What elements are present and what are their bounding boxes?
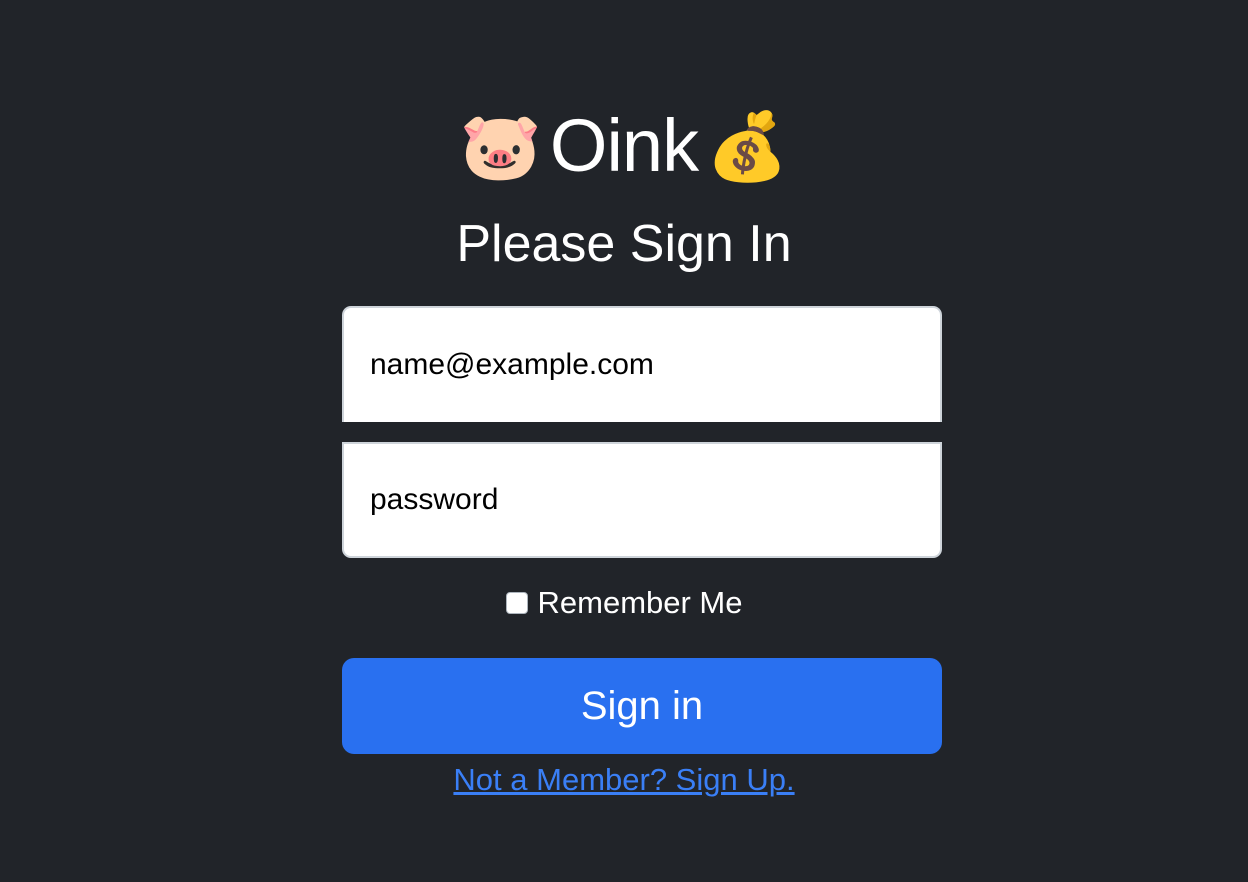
pig-face-icon: 🐷 — [459, 109, 542, 183]
sign-up-link[interactable]: Not a Member? Sign Up. — [453, 762, 794, 797]
brand-header: 🐷 Oink 💰 — [0, 100, 1248, 192]
signup-link-container: Not a Member? Sign Up. — [0, 760, 1248, 800]
remember-me-checkbox[interactable] — [505, 592, 528, 614]
email-field[interactable] — [342, 306, 942, 422]
page-title: Please Sign In — [456, 215, 792, 273]
money-bag-icon: 💰 — [706, 109, 789, 183]
sign-in-page: 🐷 Oink 💰 Please Sign In Remember Me Sign… — [0, 0, 1248, 882]
sign-in-button[interactable]: Sign in — [342, 658, 942, 754]
remember-me[interactable]: Remember Me — [0, 582, 1248, 624]
password-field[interactable] — [342, 442, 942, 558]
brand-name: Oink — [549, 104, 699, 187]
remember-me-label: Remember Me — [537, 585, 743, 620]
